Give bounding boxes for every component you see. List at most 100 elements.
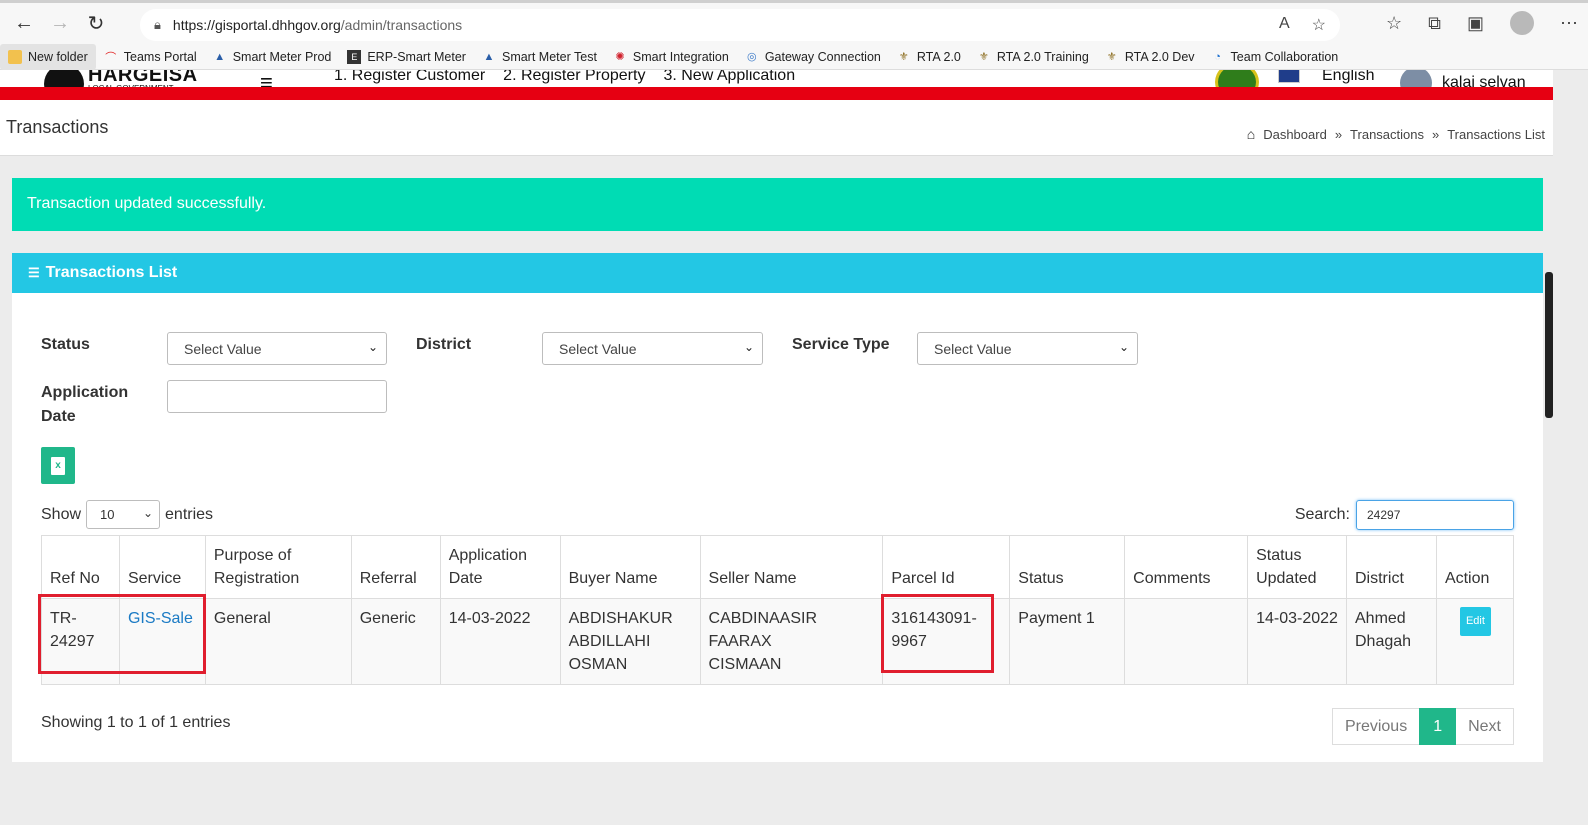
breadcrumb-transactions[interactable]: Transactions <box>1350 127 1424 142</box>
water-drop-icon: ▲ <box>483 50 495 63</box>
col-seller-name[interactable]: Seller Name <box>699 535 884 599</box>
collaboration-icon: ◔ <box>1214 50 1221 63</box>
search-input[interactable]: 24297 <box>1356 500 1514 530</box>
col-buyer-name[interactable]: Buyer Name <box>559 535 701 599</box>
extensions-icon[interactable]: ▣ <box>1467 13 1484 34</box>
col-app-date-line: Date <box>448 570 483 587</box>
col-ref-no[interactable]: Ref No <box>41 535 120 599</box>
district-line: Dhagah <box>1355 633 1412 650</box>
breadcrumb-separator: » <box>1334 126 1343 142</box>
bookmark-smart-meter-prod[interactable]: ▲ Smart Meter Prod <box>205 44 340 70</box>
page-1-button[interactable]: 1 <box>1419 708 1457 745</box>
status-select[interactable]: Select Value ⌄ <box>167 332 387 365</box>
col-service[interactable]: Service <box>118 535 206 599</box>
header-accent-bar <box>0 87 1553 100</box>
cell-referral: Generic <box>350 598 441 685</box>
seller-line: CABDINAASIR FAARAX <box>708 610 818 650</box>
bookmark-rta-2-0-dev[interactable]: ⚜ RTA 2.0 Dev <box>1097 44 1203 70</box>
nav-new-application[interactable]: 3. New Application <box>663 70 795 85</box>
district-line: Ahmed <box>1355 610 1406 627</box>
forward-arrow-icon[interactable]: → <box>42 6 78 42</box>
col-status[interactable]: Status <box>1009 535 1126 599</box>
chevron-down-icon: ⌄ <box>743 340 754 354</box>
service-type-select-value: Select Value <box>934 341 1012 357</box>
cell-application-date: 14-03-2022 <box>439 598 561 685</box>
entries-select[interactable]: 10 ⌄ <box>86 500 161 529</box>
district-select[interactable]: Select Value ⌄ <box>542 332 763 365</box>
table-info: Showing 1 to 1 of 1 entries <box>41 714 231 731</box>
page-title: Transactions <box>6 117 109 137</box>
bookmark-teams-portal[interactable]: ⌒ Teams Portal <box>96 44 205 70</box>
water-drop-icon: ▲ <box>214 50 226 63</box>
gateway-icon: ◎ <box>747 51 757 63</box>
home-icon: ⌂ <box>1246 126 1256 142</box>
col-purpose[interactable]: Purpose of Registration <box>204 535 352 599</box>
read-aloud-icon[interactable]: A <box>1279 15 1290 35</box>
bookmark-gateway-connection[interactable]: ◎ Gateway Connection <box>737 44 889 70</box>
chevron-down-icon: ⌄ <box>142 506 154 520</box>
collections-icon[interactable]: ⧉ <box>1428 13 1441 34</box>
more-menu-icon[interactable]: ⋯ <box>1560 13 1578 34</box>
col-app-date-line: Application <box>448 547 527 564</box>
chevron-down-icon: ⌄ <box>1118 340 1129 354</box>
cell-district: Ahmed Dhagah <box>1346 598 1437 685</box>
col-district[interactable]: District <box>1346 535 1437 599</box>
search-input-value: 24297 <box>1367 508 1401 522</box>
district-select-value: Select Value <box>559 341 637 357</box>
cell-comments <box>1124 598 1249 685</box>
breadcrumb: ⌂ Dashboard » Transactions » Transaction… <box>1247 126 1545 142</box>
favorites-icon[interactable]: ☆ <box>1386 13 1402 34</box>
bookmark-new-folder[interactable]: New folder <box>0 43 96 70</box>
add-favorite-icon[interactable]: ☆ <box>1312 15 1326 35</box>
table-search: Search: 24297 <box>1295 500 1514 530</box>
bookmark-label: RTA 2.0 <box>916 49 961 64</box>
col-purpose-line: Registration <box>213 570 300 587</box>
district-filter-label: District <box>416 336 472 353</box>
col-status-updated[interactable]: Status Updated <box>1247 535 1347 599</box>
uk-flag-icon <box>1278 70 1300 83</box>
breadcrumb-dashboard[interactable]: Dashboard <box>1263 127 1327 142</box>
col-comments[interactable]: Comments <box>1124 535 1249 599</box>
col-application-date[interactable]: Application Date <box>439 535 561 599</box>
back-arrow-icon[interactable]: ← <box>6 6 42 42</box>
language-label: English <box>1322 70 1375 84</box>
nav-register-property[interactable]: 2. Register Property <box>503 70 645 85</box>
profile-icon[interactable] <box>1510 11 1534 35</box>
language-selector[interactable]: English <box>1278 70 1374 85</box>
col-parcel-id[interactable]: Parcel Id <box>882 535 1011 599</box>
status-select-value: Select Value <box>184 341 262 357</box>
highlight-box-parcel-id <box>881 594 994 673</box>
col-action: Action <box>1435 535 1515 599</box>
teams-portal-icon: ⌒ <box>105 51 117 64</box>
application-date-input[interactable] <box>167 380 387 413</box>
bookmark-smart-integration[interactable]: ✺ Smart Integration <box>605 44 737 70</box>
browser-toolbar: ← → ↻ 🔒︎ https://gisportal.dhhgov.org/ad… <box>0 0 1588 44</box>
search-label: Search: <box>1294 506 1350 523</box>
nav-register-customer[interactable]: 1. Register Customer <box>334 70 485 85</box>
edit-button[interactable]: Edit <box>1459 607 1491 636</box>
url-path: /admin/transactions <box>340 17 463 33</box>
breadcrumb-separator: » <box>1431 126 1440 142</box>
bookmark-erp-smart-meter[interactable]: E ERP-Smart Meter <box>339 44 474 70</box>
bookmark-rta-2-0[interactable]: ⚜ RTA 2.0 <box>889 44 969 70</box>
col-purpose-line: Purpose of <box>213 547 292 564</box>
bookmark-smart-meter-test[interactable]: ▲ Smart Meter Test <box>474 44 605 70</box>
bookmark-label: Gateway Connection <box>764 49 881 64</box>
erp-icon: E <box>347 49 362 64</box>
address-bar[interactable]: 🔒︎ https://gisportal.dhhgov.org/admin/tr… <box>140 9 1340 41</box>
previous-page-button[interactable]: Previous <box>1331 708 1420 745</box>
bookmark-label: Smart Integration <box>632 49 729 64</box>
table-header-row: Ref No Service Purpose of Registration Re… <box>41 535 1515 599</box>
reload-icon[interactable]: ↻ <box>78 6 114 42</box>
side-scroll-handle[interactable] <box>1545 272 1553 418</box>
app-header: HARGEISA LOCAL GOVERNMENT ≡ 1. Register … <box>0 70 1553 100</box>
bookmark-label: RTA 2.0 Dev <box>1124 49 1195 64</box>
entries-label: entries <box>165 505 214 523</box>
next-page-button[interactable]: Next <box>1456 708 1514 745</box>
service-type-select[interactable]: Select Value ⌄ <box>917 332 1138 365</box>
cell-status: Payment 1 <box>1009 598 1126 685</box>
bookmark-team-collaboration[interactable]: ◔ Team Collaboration <box>1203 44 1347 70</box>
bookmark-rta-2-0-training[interactable]: ⚜ RTA 2.0 Training <box>969 44 1097 70</box>
export-excel-button[interactable]: x <box>41 447 75 484</box>
col-referral[interactable]: Referral <box>350 535 441 599</box>
